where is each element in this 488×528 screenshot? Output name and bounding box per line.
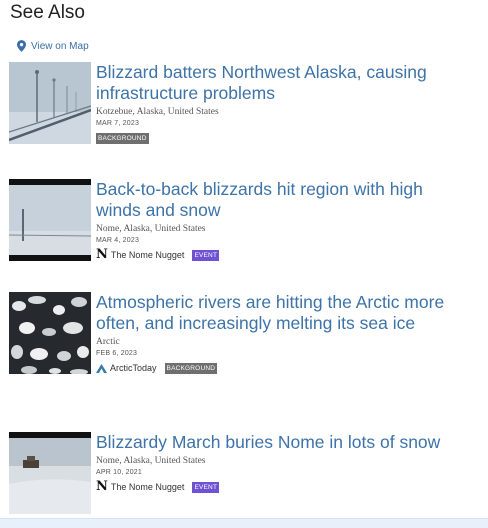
article-location: Arctic xyxy=(96,337,120,347)
publisher-link[interactable]: ArcticToday xyxy=(96,363,157,373)
see-also-panel: See Also View on Map Blizzard batters No… xyxy=(0,0,488,528)
background-badge: BACKGROUND xyxy=(164,362,218,374)
background-badge: BACKGROUND xyxy=(96,132,149,144)
article-location: Kotzebue, Alaska, United States xyxy=(96,107,219,117)
article-date: MAR 4, 2023 xyxy=(96,237,140,244)
map-pin-icon xyxy=(17,40,26,52)
arctic-today-logo-icon xyxy=(96,363,107,373)
event-badge: EVENT xyxy=(192,249,220,261)
article-card[interactable]: Back-to-back blizzards hit region with h… xyxy=(9,179,479,274)
article-location: Nome, Alaska, United States xyxy=(96,456,206,466)
article-title[interactable]: Blizzard batters Northwest Alaska, causi… xyxy=(96,62,466,104)
article-thumbnail[interactable] xyxy=(9,292,91,374)
publisher-name: ArcticToday xyxy=(110,363,157,373)
publisher-name: The Nome Nugget xyxy=(110,482,185,492)
article-card[interactable]: Blizzardy March buries Nome in lots of s… xyxy=(9,432,479,522)
publisher-link[interactable]: N The Nome Nugget xyxy=(96,247,185,262)
article-title[interactable]: Blizzardy March buries Nome in lots of s… xyxy=(96,432,466,453)
view-on-map-link[interactable]: View on Map xyxy=(17,40,89,52)
article-title[interactable]: Atmospheric rivers are hitting the Arcti… xyxy=(96,292,466,334)
event-badge: EVENT xyxy=(192,481,220,493)
article-date: FEB 6, 2023 xyxy=(96,350,138,357)
section-heading: See Also xyxy=(10,2,85,23)
article-location: Nome, Alaska, United States xyxy=(96,224,206,234)
view-on-map-label: View on Map xyxy=(31,40,89,52)
article-thumbnail[interactable] xyxy=(9,62,91,144)
publisher-link[interactable]: N The Nome Nugget xyxy=(96,479,185,494)
nome-nugget-logo-icon: N xyxy=(96,247,108,262)
article-date: MAR 7, 2023 xyxy=(96,120,140,127)
article-thumbnail[interactable] xyxy=(9,432,91,514)
article-card[interactable]: Atmospheric rivers are hitting the Arcti… xyxy=(9,292,479,412)
publisher-name: The Nome Nugget xyxy=(110,250,185,260)
nome-nugget-logo-icon: N xyxy=(96,479,108,494)
article-date: APR 10, 2021 xyxy=(96,469,142,476)
article-thumbnail[interactable] xyxy=(9,179,91,261)
article-title[interactable]: Back-to-back blizzards hit region with h… xyxy=(96,179,466,221)
article-card[interactable]: Blizzard batters Northwest Alaska, causi… xyxy=(9,62,479,162)
